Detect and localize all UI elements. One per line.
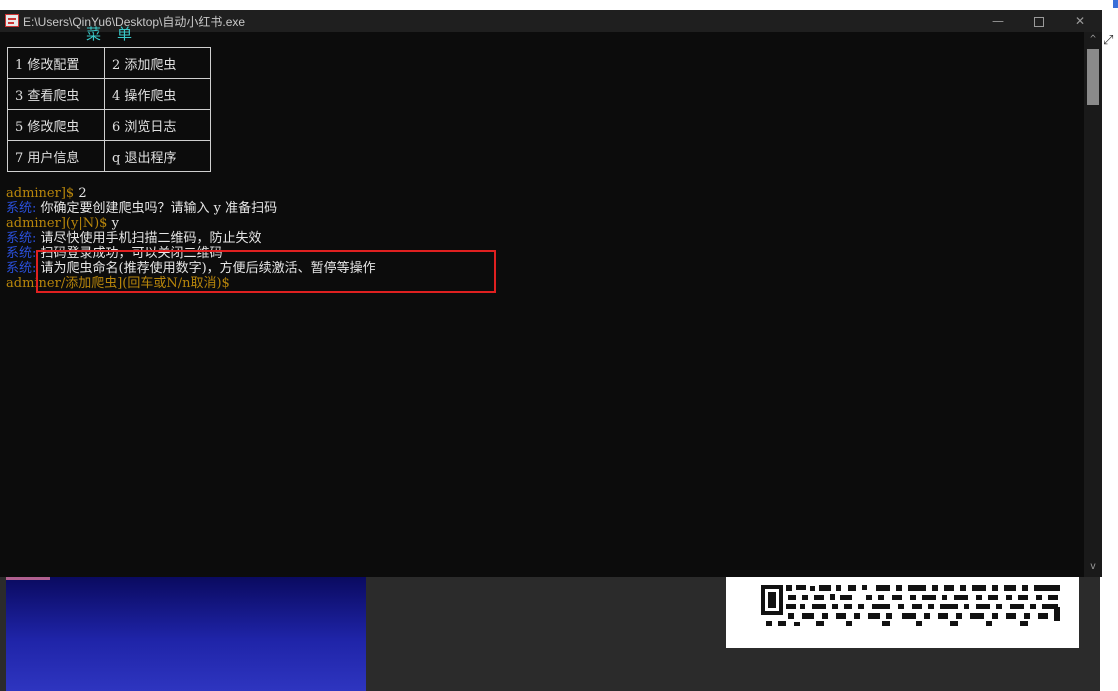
title-bar[interactable]: E:\Users\QinYu6\Desktop\自动小红书.exe — ✕ <box>0 10 1102 32</box>
desktop-background <box>0 0 1118 10</box>
desktop-accent <box>1113 0 1118 8</box>
menu-item-quit: q 退出程序 <box>104 140 211 172</box>
menu-item-browse-log: 6 浏览日志 <box>104 109 211 141</box>
menu-item-view-crawler: 3 查看爬虫 <box>7 78 105 110</box>
log-line: adminer]$ 2 <box>6 186 376 201</box>
scroll-up-icon[interactable]: ^ <box>1084 34 1102 48</box>
app-icon <box>5 14 19 27</box>
log-line: adminer](y|N)$ y <box>6 216 376 231</box>
close-icon: ✕ <box>1074 14 1086 28</box>
minimize-icon: — <box>992 14 1004 28</box>
log-text: 2 <box>78 186 87 201</box>
log-line: 系统: 你确定要创建爬虫吗？请输入 y 准备扫码 <box>6 201 376 216</box>
desktop-right-edge <box>1100 0 1118 691</box>
menu-row: 7 用户信息 q 退出程序 <box>7 140 211 172</box>
log-text: y <box>111 216 119 231</box>
maximize-icon <box>1034 16 1044 27</box>
expand-icon[interactable]: ⤢ <box>1103 34 1117 48</box>
prompt-prefix: adminer]$ <box>6 186 79 201</box>
menu-row: 5 修改爬虫 6 浏览日志 <box>7 109 211 141</box>
close-button[interactable]: ✕ <box>1060 10 1100 32</box>
menu-row: 1 修改配置 2 添加爬虫 <box>7 47 211 79</box>
log-text: 你确定要创建爬虫吗？请输入 y 准备扫码 <box>40 201 278 216</box>
qr-code-icon <box>761 585 1060 626</box>
scroll-thumb[interactable] <box>1087 49 1099 105</box>
vertical-scrollbar[interactable]: ^ v <box>1084 32 1102 577</box>
prompt-prefix: adminer](y|N)$ <box>6 216 112 231</box>
background-streak <box>6 577 50 580</box>
menu-title: 菜单 <box>86 25 149 43</box>
background-image-blue <box>6 577 366 691</box>
menu-item-operate-crawler: 4 操作爬虫 <box>104 78 211 110</box>
menu-row: 3 查看爬虫 4 操作爬虫 <box>7 78 211 110</box>
maximize-button[interactable] <box>1019 10 1059 32</box>
system-prefix: 系统: <box>6 201 41 216</box>
menu-item-user-info: 7 用户信息 <box>7 140 105 172</box>
highlight-annotation <box>36 250 496 293</box>
qr-code-panel <box>726 577 1079 648</box>
minimize-button[interactable]: — <box>978 10 1018 32</box>
menu-item-add-crawler: 2 添加爬虫 <box>104 47 211 79</box>
menu-item-modify-config: 1 修改配置 <box>7 47 105 79</box>
menu-item-edit-crawler: 5 修改爬虫 <box>7 109 105 141</box>
scroll-down-icon[interactable]: v <box>1084 561 1102 575</box>
log-text: 请尽快使用手机扫描二维码，防止失效 <box>40 231 262 246</box>
log-line: 系统: 请尽快使用手机扫描二维码，防止失效 <box>6 231 376 246</box>
system-prefix: 系统: <box>6 231 41 246</box>
menu-table: 1 修改配置 2 添加爬虫 3 查看爬虫 4 操作爬虫 5 修改爬虫 6 浏览日… <box>7 47 211 172</box>
